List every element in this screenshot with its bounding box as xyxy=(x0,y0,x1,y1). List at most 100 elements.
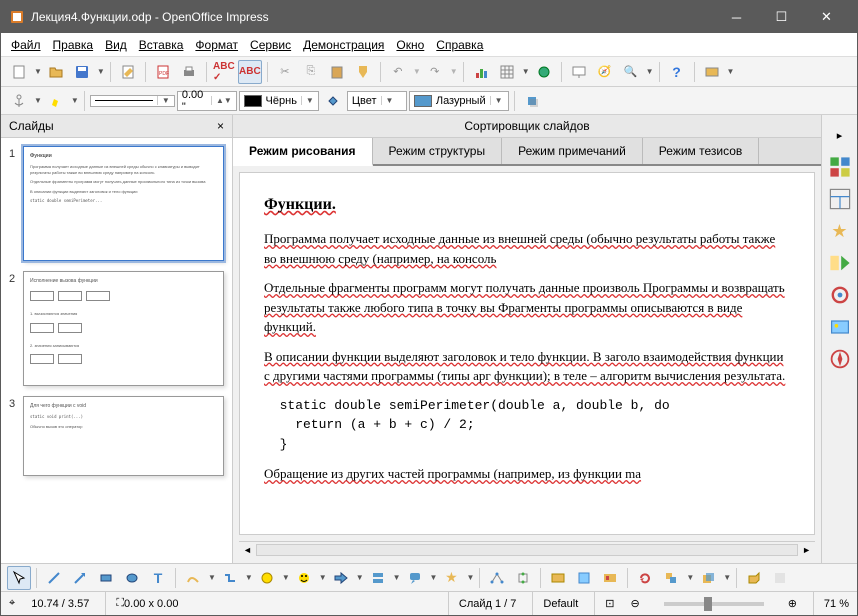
stars-tool[interactable]: ★ xyxy=(439,566,463,590)
help-button[interactable]: ? xyxy=(665,60,689,84)
basic-shapes-tool[interactable] xyxy=(255,566,279,590)
table-button[interactable] xyxy=(495,60,519,84)
rect-tool[interactable] xyxy=(94,566,118,590)
zoom-button[interactable]: 🔍 xyxy=(619,60,643,84)
presentation-button[interactable] xyxy=(567,60,591,84)
menu-window[interactable]: Окно xyxy=(392,36,428,54)
gallery-icon[interactable] xyxy=(828,315,852,339)
navigator-icon[interactable] xyxy=(828,347,852,371)
arrow-tool[interactable] xyxy=(68,566,92,590)
fill-color-combo[interactable]: Лазурный▼ xyxy=(409,91,509,111)
tab-handout[interactable]: Режим тезисов xyxy=(643,138,760,164)
open-button[interactable] xyxy=(44,60,68,84)
horizontal-scrollbar[interactable]: ◄► xyxy=(239,541,815,557)
menu-service[interactable]: Сервис xyxy=(246,36,295,54)
minimize-button[interactable]: ─ xyxy=(714,1,759,33)
slide-code1: static double semiPerimeter(double a, do… xyxy=(264,396,790,416)
zoom-slider[interactable] xyxy=(664,602,764,606)
text-tool[interactable]: T xyxy=(146,566,170,590)
highlight-button[interactable] xyxy=(44,89,68,113)
animation-icon[interactable] xyxy=(828,283,852,307)
layouts-icon[interactable] xyxy=(828,187,852,211)
anchor-button[interactable] xyxy=(7,89,31,113)
chart-button[interactable] xyxy=(469,60,493,84)
export-pdf-button[interactable]: PDF xyxy=(151,60,175,84)
rotate-tool[interactable] xyxy=(633,566,657,590)
hyperlink-button[interactable] xyxy=(532,60,556,84)
tab-notes[interactable]: Режим примечаний xyxy=(502,138,643,164)
slide-thumb-2[interactable]: 2 Исполнение вызова функции 1. вычисляют… xyxy=(9,271,224,386)
fill-bucket-button[interactable] xyxy=(321,89,345,113)
menu-insert[interactable]: Вставка xyxy=(135,36,188,54)
format-toolbar: ▼ ▼ ▼ 0.00 "▲▼ Чёрнь▼ Цвет▼ Лазурный▼ xyxy=(1,87,857,115)
block-arrows-tool[interactable] xyxy=(329,566,353,590)
slide-p2: Отдельные фрагменты программ могут получ… xyxy=(264,280,785,334)
interaction-tool[interactable] xyxy=(768,566,792,590)
line-tool[interactable] xyxy=(42,566,66,590)
tab-drawing[interactable]: Режим рисования xyxy=(233,138,373,166)
fill-type-combo[interactable]: Цвет▼ xyxy=(347,91,407,111)
redo-button[interactable]: ↷ xyxy=(423,60,447,84)
select-tool[interactable] xyxy=(7,566,31,590)
ellipse-tool[interactable] xyxy=(120,566,144,590)
drawing-toolbar: T ▼ ▼ ▼ ▼ ▼ ▼ ▼ ★▼ ▼ ▼ xyxy=(1,563,857,591)
slide-p4: Обращение из других частей программы (на… xyxy=(264,466,641,481)
menu-edit[interactable]: Правка xyxy=(49,36,98,54)
undo-button[interactable]: ↶ xyxy=(386,60,410,84)
format-paint-button[interactable] xyxy=(351,60,375,84)
app-window: Лекция4.Функции.odp - OpenOffice Impress… xyxy=(0,0,858,616)
navigator-button[interactable]: 🧭 xyxy=(593,60,617,84)
custom-animation-icon[interactable]: ★ xyxy=(828,219,852,243)
svg-text:PDF: PDF xyxy=(159,71,169,77)
callouts-tool[interactable] xyxy=(403,566,427,590)
symbol-shapes-tool[interactable] xyxy=(292,566,316,590)
paste-button[interactable] xyxy=(325,60,349,84)
line-style-combo[interactable]: ▼ xyxy=(90,95,175,107)
menu-demo[interactable]: Демонстрация xyxy=(299,36,388,54)
flowchart-tool[interactable] xyxy=(366,566,390,590)
master-pages-icon[interactable] xyxy=(828,155,852,179)
from-file-tool[interactable] xyxy=(572,566,596,590)
arrange-tool[interactable] xyxy=(696,566,720,590)
fontwork-tool[interactable] xyxy=(546,566,570,590)
cut-button[interactable]: ✂ xyxy=(273,60,297,84)
connector-tool[interactable] xyxy=(218,566,242,590)
menu-view[interactable]: Вид xyxy=(101,36,131,54)
points-tool[interactable] xyxy=(485,566,509,590)
maximize-button[interactable]: ☐ xyxy=(759,1,804,33)
zoom-in-button[interactable]: ⊕ xyxy=(788,597,797,610)
zoom-fit-button[interactable]: ⊡ xyxy=(594,592,614,615)
slide-editor[interactable]: Функции. Программа получает исходные дан… xyxy=(239,172,815,535)
transitions-icon[interactable] xyxy=(828,251,852,275)
shadow-button[interactable] xyxy=(520,89,544,113)
gluepoints-tool[interactable] xyxy=(511,566,535,590)
print-button[interactable] xyxy=(177,60,201,84)
copy-button[interactable]: ⎘ xyxy=(299,60,323,84)
save-button[interactable] xyxy=(70,60,94,84)
menubar: Файл Правка Вид Вставка Формат Сервис Де… xyxy=(1,33,857,57)
restore-panel-icon[interactable]: ▸ xyxy=(828,123,852,147)
menu-file[interactable]: Файл xyxy=(7,36,45,54)
slides-panel-close[interactable]: × xyxy=(217,119,224,133)
curve-tool[interactable] xyxy=(181,566,205,590)
tab-structure[interactable]: Режим структуры xyxy=(373,138,503,164)
close-button[interactable]: ✕ xyxy=(804,1,849,33)
spellcheck-button[interactable]: ABC✓ xyxy=(212,60,236,84)
line-color-combo[interactable]: Чёрнь▼ xyxy=(239,91,319,111)
menu-help[interactable]: Справка xyxy=(432,36,487,54)
editor-area: Сортировщик слайдов Режим рисования Режи… xyxy=(233,115,821,563)
slide-thumb-3[interactable]: 3 Для чего функции с void static void pr… xyxy=(9,396,224,476)
zoom-out-button[interactable]: ⊖ xyxy=(630,597,639,610)
slides-list[interactable]: 1 Функции Программа получает исходные да… xyxy=(1,138,232,563)
autospell-button[interactable]: ABC xyxy=(238,60,262,84)
extrusion-tool[interactable] xyxy=(742,566,766,590)
edit-doc-button[interactable] xyxy=(116,60,140,84)
main-toolbar: ▼ ▼ PDF ABC✓ ABC ✂ ⎘ ↶▼ ↷▼ ▼ 🧭 🔍▼ ? ▼ xyxy=(1,57,857,87)
line-width-combo[interactable]: 0.00 "▲▼ xyxy=(177,91,237,111)
gallery-button[interactable] xyxy=(700,60,724,84)
align-tool[interactable] xyxy=(659,566,683,590)
gallery-tool[interactable] xyxy=(598,566,622,590)
menu-format[interactable]: Формат xyxy=(191,36,242,54)
slide-thumb-1[interactable]: 1 Функции Программа получает исходные да… xyxy=(9,146,224,261)
new-button[interactable] xyxy=(7,60,31,84)
